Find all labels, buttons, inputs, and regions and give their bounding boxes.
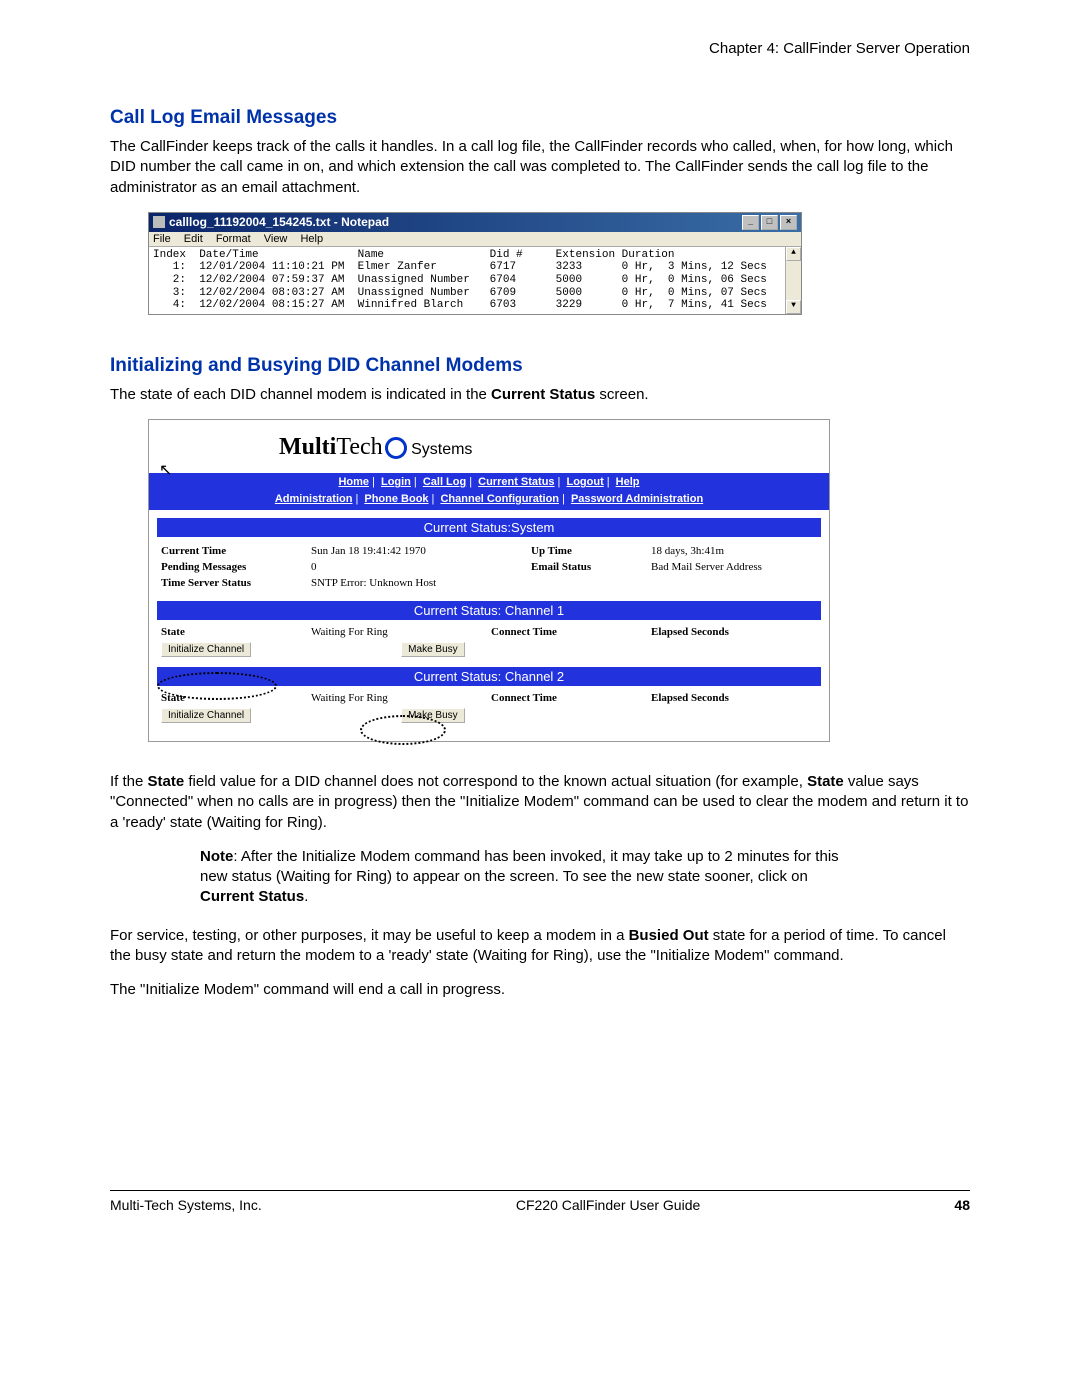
para-end: The "Initialize Modem" command will end …	[110, 980, 970, 1000]
close-icon[interactable]: ×	[780, 215, 797, 230]
menu-file[interactable]: File	[153, 233, 171, 245]
ch2-makebusy-button[interactable]: Make Busy	[401, 708, 464, 723]
val-uptime: 18 days, 3h:41m	[651, 543, 817, 559]
chapter-header: Chapter 4: CallFinder Server Operation	[110, 40, 970, 57]
footer-page: 48	[954, 1197, 970, 1213]
notepad-menubar: File Edit Format View Help	[149, 232, 801, 247]
lbl-current-time: Current Time	[161, 543, 311, 559]
ch1-initialize-button[interactable]: Initialize Channel	[161, 642, 251, 657]
ch1-makebusy-button[interactable]: Make Busy	[401, 642, 464, 657]
subnav-channelcfg[interactable]: Channel Configuration	[440, 493, 559, 505]
ch1-row: State Waiting For Ring Connect Time Elap…	[149, 624, 829, 640]
section1-body: The CallFinder keeps track of the calls …	[110, 137, 970, 198]
section-bar-ch1: Current Status: Channel 1	[157, 601, 821, 620]
notepad-title: calllog_11192004_154245.txt - Notepad	[169, 215, 389, 229]
menu-help[interactable]: Help	[300, 233, 323, 245]
val-current-time: Sun Jan 18 19:41:42 1970	[311, 543, 531, 559]
section1-heading: Call Log Email Messages	[110, 107, 970, 129]
ch2-state-lbl: State	[161, 692, 311, 704]
para-service: For service, testing, or other purposes,…	[110, 926, 970, 967]
notepad-window: calllog_11192004_154245.txt - Notepad _ …	[148, 212, 802, 315]
footer-left: Multi-Tech Systems, Inc.	[110, 1197, 262, 1213]
para-if-state: If the State field value for a DID chann…	[110, 772, 970, 833]
section-bar-system: Current Status:System	[157, 518, 821, 537]
notepad-scrollbar[interactable]: ▲ ▼	[785, 247, 801, 314]
ch1-connect-time: Connect Time	[491, 626, 651, 638]
scroll-down-icon[interactable]: ▼	[786, 300, 801, 314]
nav-calllog[interactable]: Call Log	[423, 476, 466, 488]
ch1-state-val: Waiting For Ring	[311, 626, 491, 638]
notepad-titlebar: calllog_11192004_154245.txt - Notepad _ …	[149, 213, 801, 232]
status-panel: ↖ MultiTech Systems Home| Login| Call Lo…	[148, 419, 830, 742]
lbl-email: Email Status	[531, 559, 651, 575]
val-pending: 0	[311, 559, 531, 575]
section2-heading: Initializing and Busying DID Channel Mod…	[110, 355, 970, 377]
lbl-uptime: Up Time	[531, 543, 651, 559]
minimize-icon[interactable]: _	[742, 215, 759, 230]
subnav-pwadmin[interactable]: Password Administration	[571, 493, 703, 505]
notepad-content: Index Date/Time Name Did # Extension Dur…	[149, 247, 801, 314]
subnav-phonebook[interactable]: Phone Book	[364, 493, 428, 505]
page-footer: Multi-Tech Systems, Inc. CF220 CallFinde…	[110, 1190, 970, 1213]
nav-home[interactable]: Home	[338, 476, 369, 488]
ch2-elapsed: Elapsed Seconds	[651, 692, 729, 704]
nav-login[interactable]: Login	[381, 476, 411, 488]
maximize-icon[interactable]: □	[761, 215, 778, 230]
val-tss: SNTP Error: Unknown Host	[311, 575, 531, 591]
ch2-initialize-button[interactable]: Initialize Channel	[161, 708, 251, 723]
system-status-grid: Current Time Sun Jan 18 19:41:42 1970 Up…	[149, 541, 829, 593]
section-bar-ch2: Current Status: Channel 2	[157, 667, 821, 686]
subnav-admin[interactable]: Administration	[275, 493, 353, 505]
ch1-elapsed: Elapsed Seconds	[651, 626, 729, 638]
cursor-icon: ↖	[159, 460, 172, 480]
scroll-up-icon[interactable]: ▲	[786, 247, 801, 261]
nav-logout[interactable]: Logout	[566, 476, 603, 488]
lbl-pending: Pending Messages	[161, 559, 311, 575]
logo-subtitle: Systems	[411, 441, 472, 458]
footer-center: CF220 CallFinder User Guide	[516, 1197, 700, 1213]
section2-body: The state of each DID channel modem is i…	[110, 385, 970, 405]
nav-help[interactable]: Help	[616, 476, 640, 488]
note-block: Note: After the Initialize Modem command…	[200, 847, 860, 908]
primary-nav: Home| Login| Call Log| Current Status| L…	[149, 473, 829, 491]
secondary-nav: Administration| Phone Book| Channel Conf…	[149, 491, 829, 510]
ch1-state-lbl: State	[161, 626, 311, 638]
menu-edit[interactable]: Edit	[184, 233, 203, 245]
menu-view[interactable]: View	[264, 233, 288, 245]
menu-format[interactable]: Format	[216, 233, 251, 245]
val-email: Bad Mail Server Address	[651, 559, 817, 575]
ch2-state-val: Waiting For Ring	[311, 692, 491, 704]
ch2-connect-time: Connect Time	[491, 692, 651, 704]
lbl-tss: Time Server Status	[161, 575, 311, 591]
ch2-row: State Waiting For Ring Connect Time Elap…	[149, 690, 829, 706]
notepad-icon	[153, 216, 165, 228]
nav-currentstatus[interactable]: Current Status	[478, 476, 554, 488]
multitech-logo: MultiTech	[279, 434, 407, 461]
